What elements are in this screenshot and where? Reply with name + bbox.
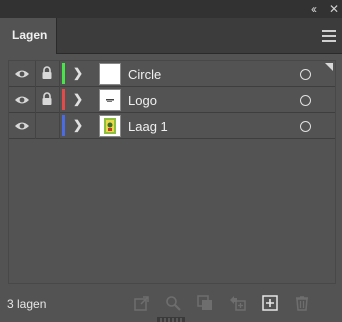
layer-thumbnail: [99, 115, 121, 137]
layer-color-swatch: [62, 89, 65, 110]
layer-name[interactable]: Logo: [128, 93, 157, 108]
search-icon[interactable]: [164, 294, 182, 312]
resize-grip-icon[interactable]: [157, 316, 185, 322]
layer-row[interactable]: ❯ Laag 1: [9, 113, 335, 139]
clipping-mask-icon[interactable]: [196, 294, 214, 312]
chevron-right-icon[interactable]: ❯: [73, 92, 83, 106]
layers-list: ❯ Circle ❯ Logo ❯ Laag 1: [8, 60, 336, 284]
layer-row[interactable]: ❯ Circle: [9, 61, 335, 87]
layer-name[interactable]: Laag 1: [128, 119, 168, 134]
lock-icon[interactable]: [41, 66, 53, 80]
eye-icon[interactable]: [14, 95, 30, 105]
layer-name[interactable]: Circle: [128, 67, 161, 82]
tab-layers[interactable]: Lagen: [0, 18, 57, 54]
collapse-panel-button[interactable]: ‹‹: [305, 1, 321, 17]
panel-menu-icon[interactable]: [322, 30, 336, 42]
eye-icon[interactable]: [14, 69, 30, 79]
target-circle-icon[interactable]: [300, 121, 311, 132]
layer-count-label: 3 lagen: [7, 297, 47, 311]
target-circle-icon[interactable]: [300, 69, 311, 80]
close-panel-button[interactable]: ✕: [326, 1, 342, 17]
chevron-right-icon[interactable]: ❯: [73, 118, 83, 132]
eye-icon[interactable]: [14, 121, 30, 131]
layer-row[interactable]: ❯ Logo: [9, 87, 335, 113]
new-sublayer-icon[interactable]: [228, 294, 246, 312]
layer-thumbnail: [99, 89, 121, 111]
chevron-right-icon[interactable]: ❯: [73, 66, 83, 80]
layer-color-swatch: [62, 115, 65, 136]
new-layer-icon[interactable]: [261, 294, 279, 312]
export-icon[interactable]: [133, 294, 151, 312]
panel-title-bar: ‹‹ ✕: [0, 0, 342, 18]
target-circle-icon[interactable]: [300, 95, 311, 106]
lock-icon[interactable]: [41, 92, 53, 106]
layer-color-swatch: [62, 63, 65, 84]
layer-thumbnail: [99, 63, 121, 85]
panel-tab-bar: Lagen: [0, 18, 342, 54]
trash-icon[interactable]: [293, 294, 311, 312]
